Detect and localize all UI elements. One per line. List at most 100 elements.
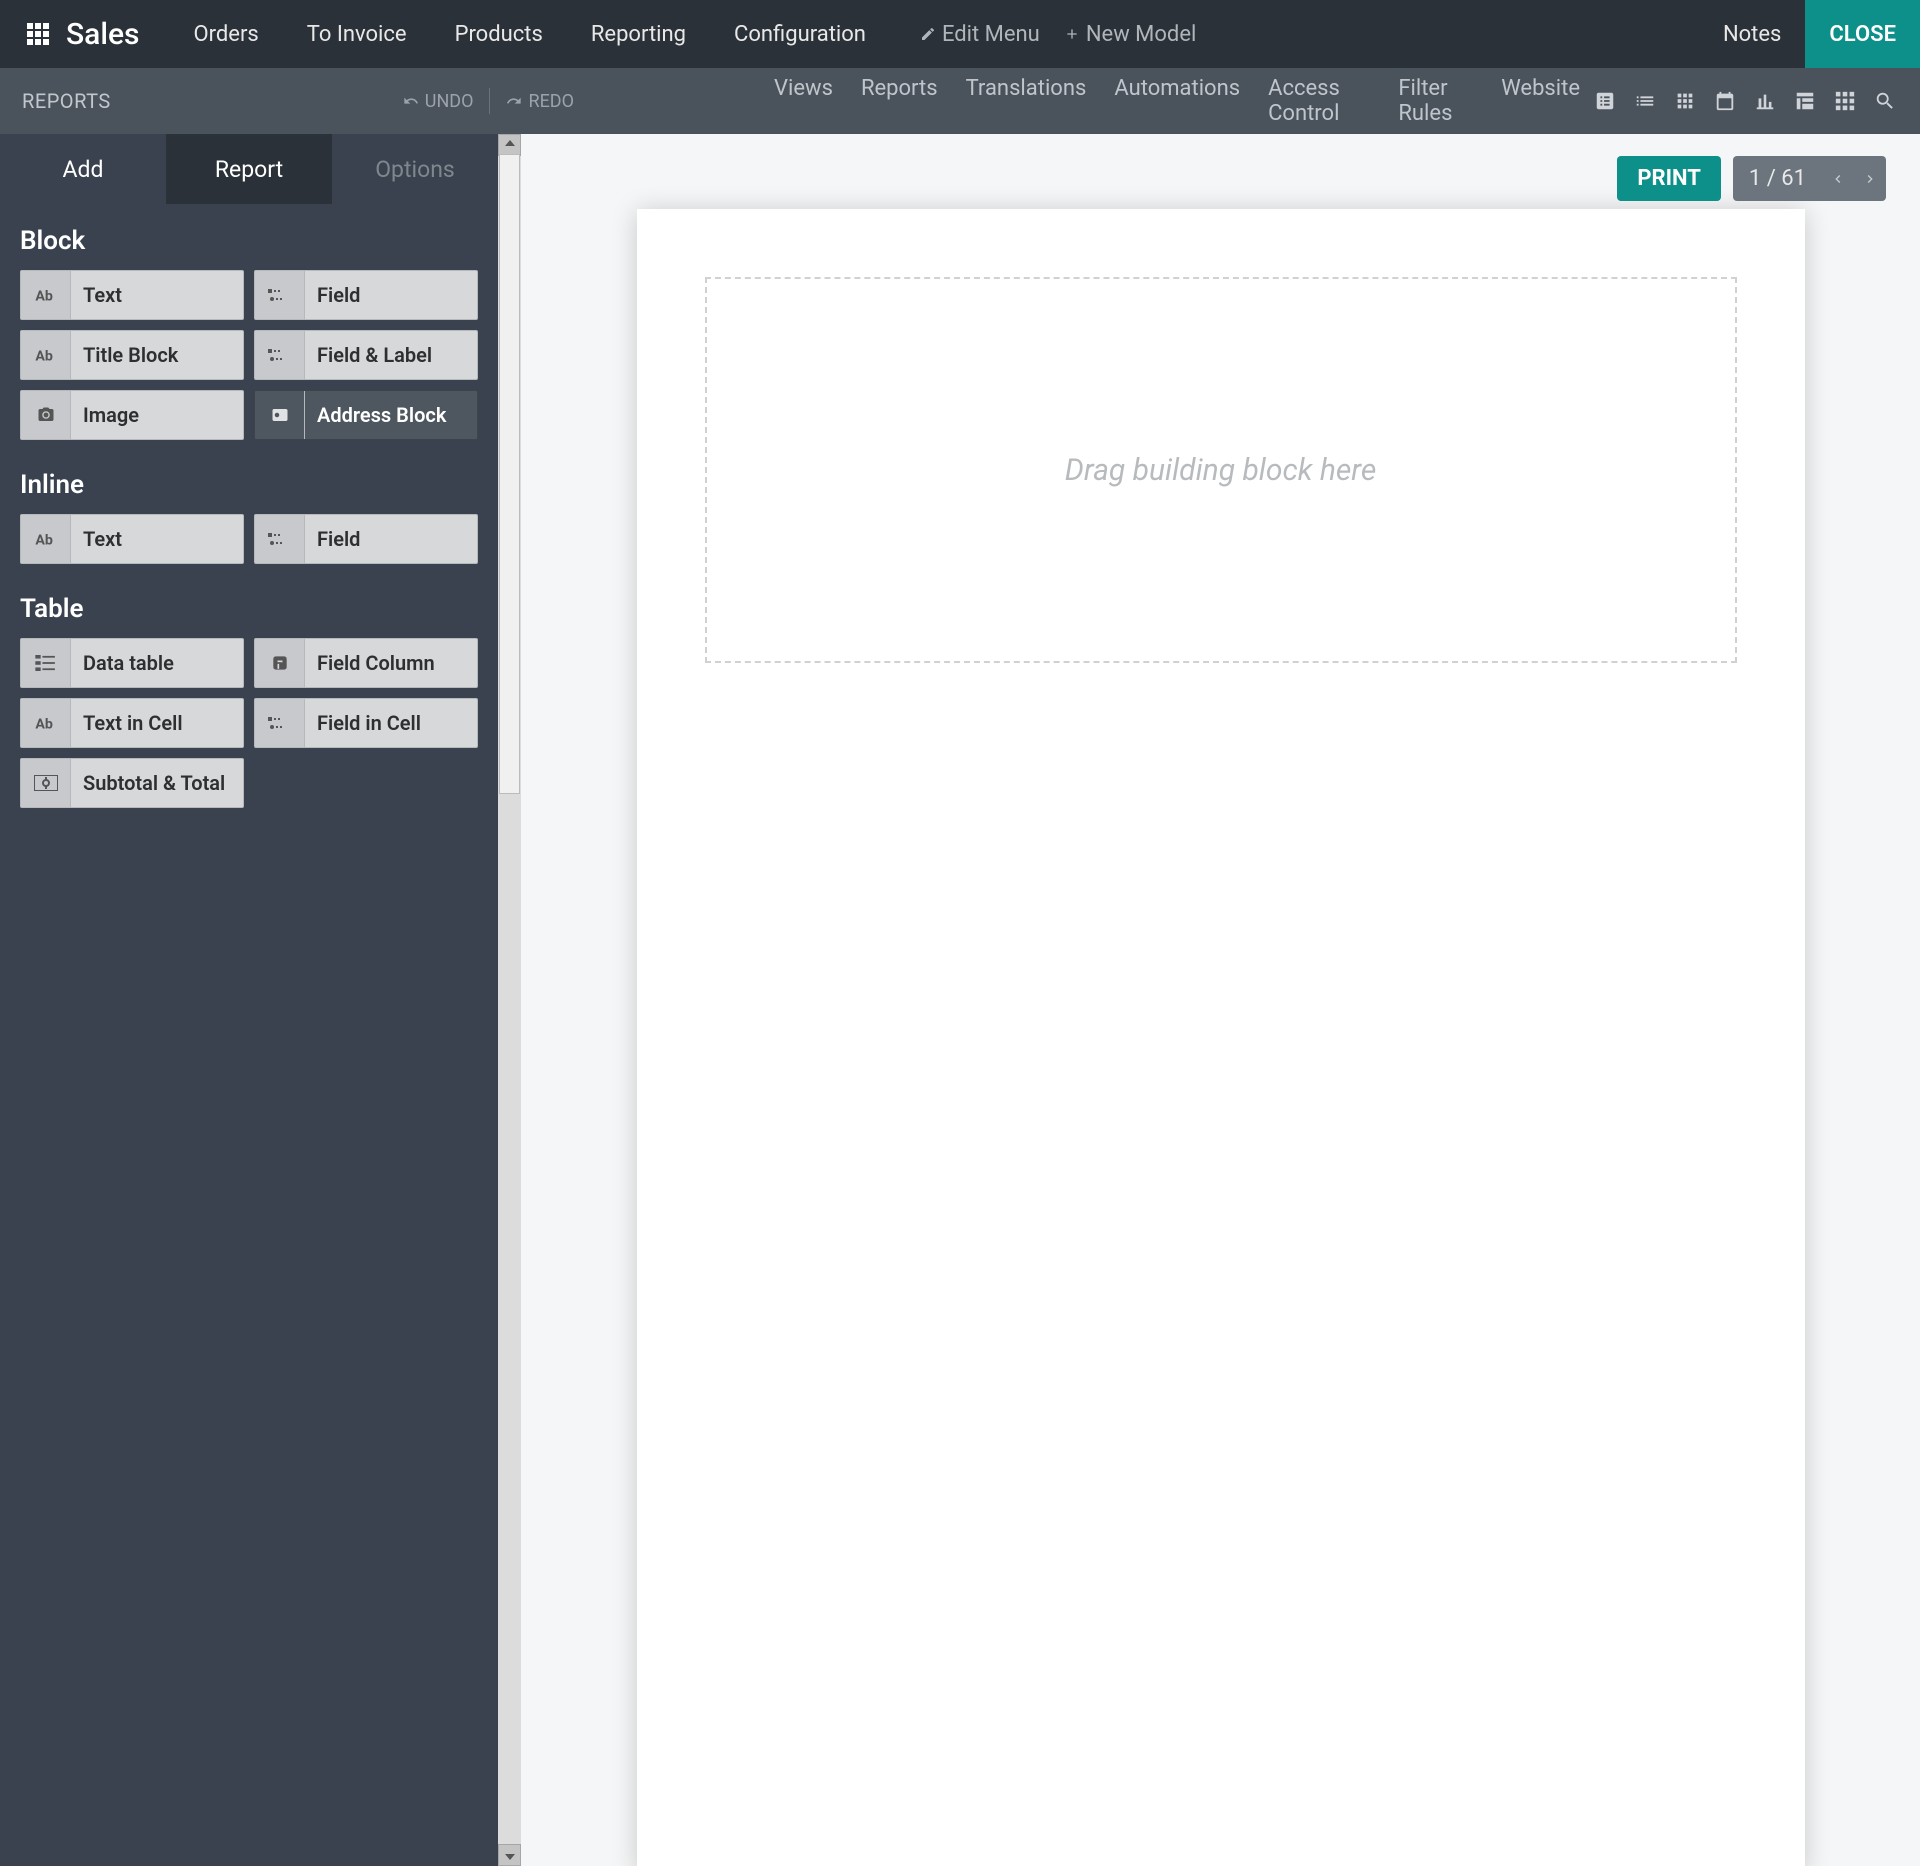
svg-text:Ab: Ab	[35, 288, 53, 303]
sidebar-scrollbar[interactable]	[498, 134, 521, 1866]
table-field-column[interactable]: Field Column	[254, 638, 478, 688]
close-button[interactable]: CLOSE	[1805, 0, 1920, 68]
text-icon: Ab	[21, 699, 71, 747]
block-address-label: Address Block	[305, 403, 446, 427]
pager-next[interactable]	[1854, 161, 1886, 197]
inline-text[interactable]: Ab Text	[20, 514, 244, 564]
subnav-translations[interactable]: Translations	[952, 76, 1101, 126]
table-field-in-cell[interactable]: Field in Cell	[254, 698, 478, 748]
subtotal-icon	[21, 759, 71, 807]
table-subtotal-total[interactable]: Subtotal & Total	[20, 758, 244, 808]
redo-label: REDO	[528, 91, 574, 112]
tab-options[interactable]: Options	[332, 134, 498, 204]
edit-menu-label: Edit Menu	[942, 22, 1040, 47]
undo-button[interactable]: UNDO	[391, 91, 486, 112]
sidebar-tabs: Add Report Options	[0, 134, 498, 204]
nav-to-invoice[interactable]: To Invoice	[283, 22, 431, 47]
view-icons	[1594, 90, 1920, 112]
breadcrumb-reports[interactable]: REPORTS	[0, 89, 111, 113]
block-field-label[interactable]: Field & Label	[254, 330, 478, 380]
table-text-in-cell[interactable]: Ab Text in Cell	[20, 698, 244, 748]
nav-orders[interactable]: Orders	[170, 22, 283, 47]
studio-actions: Edit Menu New Model	[920, 22, 1196, 47]
search-icon[interactable]	[1874, 90, 1896, 112]
subnav-views[interactable]: Views	[760, 76, 847, 126]
notes-link[interactable]: Notes	[1699, 22, 1805, 47]
subnav-access-control[interactable]: Access Control	[1254, 76, 1384, 126]
pager-text: 1 / 61	[1733, 156, 1822, 201]
table-datatable-label: Data table	[71, 651, 174, 675]
top-header: Sales Orders To Invoice Products Reporti…	[0, 0, 1920, 68]
main-nav: Orders To Invoice Products Reporting Con…	[170, 22, 890, 47]
calendar-view-icon[interactable]	[1714, 90, 1736, 112]
block-grid: Ab Text Field Ab Title Block Field & Lab…	[0, 270, 498, 448]
pivot-view-icon[interactable]	[1794, 90, 1816, 112]
pencil-icon	[920, 26, 936, 42]
canvas-area: PRINT 1 / 61 Drag building block here	[521, 134, 1920, 1866]
new-model-label: New Model	[1086, 22, 1197, 47]
list-view-icon[interactable]	[1634, 90, 1656, 112]
print-button[interactable]: PRINT	[1617, 156, 1721, 201]
nav-configuration[interactable]: Configuration	[710, 22, 890, 47]
field-icon	[255, 271, 305, 319]
app-title[interactable]: Sales	[66, 17, 140, 52]
image-icon	[21, 391, 71, 439]
block-text[interactable]: Ab Text	[20, 270, 244, 320]
chevron-left-icon	[1830, 171, 1846, 187]
drop-zone[interactable]: Drag building block here	[705, 277, 1737, 663]
subnav-website[interactable]: Website	[1487, 76, 1594, 126]
nav-products[interactable]: Products	[431, 22, 567, 47]
apps-icon[interactable]	[18, 22, 58, 46]
redo-icon	[506, 93, 522, 109]
undo-label: UNDO	[425, 91, 474, 112]
kanban-view-icon[interactable]	[1674, 90, 1696, 112]
table-subtotal-label: Subtotal & Total	[71, 771, 225, 795]
block-image[interactable]: Image	[20, 390, 244, 440]
section-inline-title: Inline	[0, 448, 498, 514]
svg-text:Ab: Ab	[35, 716, 53, 731]
undo-redo-separator	[489, 88, 490, 114]
subnav-filter-rules[interactable]: Filter Rules	[1384, 76, 1487, 126]
svg-text:Ab: Ab	[35, 348, 53, 363]
subnav-reports[interactable]: Reports	[847, 76, 952, 126]
plus-icon	[1064, 26, 1080, 42]
inline-text-label: Text	[71, 527, 122, 551]
new-model-action[interactable]: New Model	[1064, 22, 1197, 47]
section-table-title: Table	[0, 572, 498, 638]
grid-view-icon[interactable]	[1834, 90, 1856, 112]
sidebar-wrapper: Add Report Options Block Ab Text Field A…	[0, 134, 521, 1866]
text-icon: Ab	[21, 515, 71, 563]
graph-view-icon[interactable]	[1754, 90, 1776, 112]
subnav-automations[interactable]: Automations	[1100, 76, 1254, 126]
redo-button[interactable]: REDO	[494, 91, 586, 112]
block-address[interactable]: Address Block	[254, 390, 478, 440]
text-icon: Ab	[21, 331, 71, 379]
block-title-block[interactable]: Ab Title Block	[20, 330, 244, 380]
report-page[interactable]: Drag building block here	[637, 209, 1805, 1866]
edit-menu-action[interactable]: Edit Menu	[920, 22, 1040, 47]
table-fieldcell-label: Field in Cell	[305, 711, 421, 735]
tab-report[interactable]: Report	[166, 134, 332, 204]
form-view-icon[interactable]	[1594, 90, 1616, 112]
tab-add[interactable]: Add	[0, 134, 166, 204]
sub-header: REPORTS UNDO REDO Views Reports Translat…	[0, 68, 1920, 134]
nav-reporting[interactable]: Reporting	[567, 22, 710, 47]
block-text-label: Text	[71, 283, 122, 307]
svg-text:Ab: Ab	[35, 532, 53, 547]
address-icon	[255, 391, 305, 439]
table-data-table[interactable]: Data table	[20, 638, 244, 688]
scrollbar-thumb[interactable]	[499, 154, 520, 794]
sub-nav: Views Reports Translations Automations A…	[760, 76, 1594, 126]
block-field-label: Field	[305, 283, 360, 307]
sidebar: Add Report Options Block Ab Text Field A…	[0, 134, 498, 1866]
top-right: Notes CLOSE	[1699, 0, 1920, 68]
pager-prev[interactable]	[1822, 161, 1854, 197]
field-icon	[255, 331, 305, 379]
inline-field[interactable]: Field	[254, 514, 478, 564]
table-grid: Data table Field Column Ab Text in Cell …	[0, 638, 498, 816]
field-icon	[255, 699, 305, 747]
drop-zone-text: Drag building block here	[1065, 453, 1377, 488]
inline-field-label: Field	[305, 527, 360, 551]
pager: 1 / 61	[1733, 156, 1886, 201]
block-field[interactable]: Field	[254, 270, 478, 320]
